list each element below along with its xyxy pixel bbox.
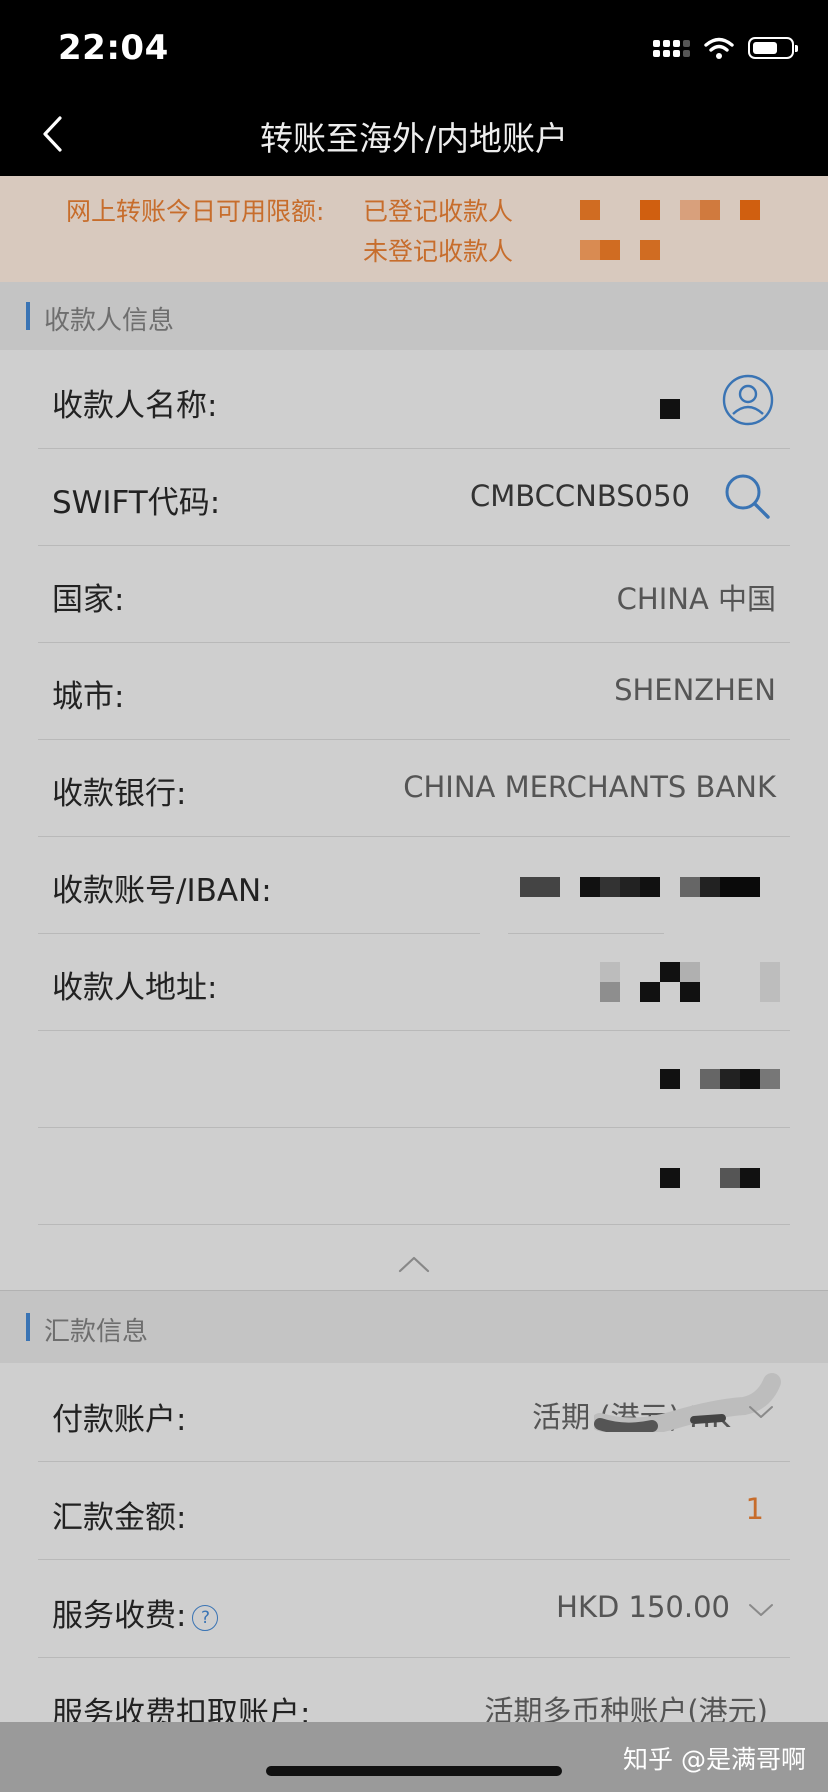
- remit-amount-row[interactable]: 汇款金额: 1: [38, 1462, 790, 1560]
- payee-section-header: 收款人信息: [0, 282, 828, 350]
- home-indicator[interactable]: [266, 1766, 562, 1776]
- account-number-label: 收款账号/IBAN:: [52, 873, 272, 909]
- bank-label: 收款银行:: [52, 776, 187, 812]
- swift-code-value: CMBCCNBS050: [470, 479, 690, 513]
- limit-label: 网上转账今日可用限额:: [66, 197, 325, 226]
- cellular-signal-icon: [653, 39, 690, 57]
- remittance-section-title: 汇款信息: [44, 1317, 149, 1347]
- page-title: 转账至海外/内地账户: [259, 119, 569, 158]
- city-value: SHENZHEN: [614, 673, 776, 707]
- status-bar: 22:04: [0, 0, 828, 90]
- bank-row: 收款银行: CHINA MERCHANTS BANK: [38, 740, 790, 837]
- payment-account-label: 付款账户:: [52, 1402, 187, 1438]
- contact-person-icon[interactable]: [720, 372, 776, 428]
- service-charge-label: 服务收费:: [52, 1598, 187, 1634]
- payee-address-line-3[interactable]: [38, 1128, 790, 1225]
- payee-section-title: 收款人信息: [44, 306, 175, 336]
- swift-code-label: SWIFT代码:: [52, 485, 221, 521]
- service-charge-row[interactable]: 服务收费:? HKD 150.00: [38, 1560, 790, 1658]
- remit-amount-label: 汇款金额:: [52, 1500, 187, 1536]
- search-icon[interactable]: [720, 469, 776, 525]
- navigation-bar: 转账至海外/内地账户: [0, 90, 828, 176]
- status-icons: [653, 36, 798, 60]
- swift-code-row[interactable]: SWIFT代码: CMBCCNBS050: [38, 449, 790, 546]
- payee-name-label: 收款人名称:: [52, 388, 218, 424]
- country-value: CHINA 中国: [616, 582, 776, 616]
- payee-address-line-2[interactable]: [38, 1031, 790, 1128]
- chevron-down-icon: [749, 1406, 773, 1418]
- service-charge-label-group: 服务收费:?: [52, 1590, 219, 1635]
- wifi-icon: [704, 37, 734, 59]
- collapse-toggle[interactable]: [0, 1240, 828, 1288]
- city-label: 城市:: [52, 679, 125, 715]
- transfer-limit-banner: 网上转账今日可用限额: 已登记收款人 未登记收款人: [0, 176, 828, 282]
- country-row: 国家: CHINA 中国: [38, 546, 790, 643]
- limit-registered-label: 已登记收款人: [363, 197, 514, 226]
- redacted-payee-name: [660, 399, 680, 419]
- bank-value: CHINA MERCHANTS BANK: [403, 770, 776, 804]
- payee-address-label: 收款人地址:: [52, 970, 218, 1006]
- payee-name-row[interactable]: 收款人名称:: [38, 352, 790, 449]
- remittance-info-list: 付款账户: 活期 (港元) HK 汇款金额: 1 服务收费:? HKD 150.…: [0, 1364, 828, 1756]
- remit-amount-value: 1: [745, 1492, 764, 1526]
- redacted-payment-account: [594, 1373, 781, 1432]
- limit-unregistered-label: 未登记收款人: [363, 237, 514, 266]
- help-icon[interactable]: ?: [192, 1604, 219, 1631]
- payee-address-row[interactable]: 收款人地址:: [38, 934, 790, 1031]
- city-row: 城市: SHENZHEN: [38, 643, 790, 740]
- remittance-section-header: 汇款信息: [0, 1290, 828, 1363]
- watermark: 知乎 @是满哥啊: [623, 1745, 806, 1774]
- payment-account-row[interactable]: 付款账户: 活期 (港元) HK: [38, 1364, 790, 1462]
- country-label: 国家:: [52, 582, 125, 618]
- account-number-row[interactable]: 收款账号/IBAN:: [38, 837, 790, 934]
- payee-info-list: 收款人名称: SWIFT代码: CMBCCNBS050 国家: CHINA 中国…: [0, 352, 828, 1225]
- chevron-up-icon: [398, 1256, 430, 1273]
- battery-icon: [748, 37, 798, 59]
- status-time: 22:04: [58, 28, 169, 68]
- home-bar: 知乎 @是满哥啊: [0, 1722, 828, 1792]
- service-charge-value: HKD 150.00: [556, 1590, 730, 1624]
- chevron-down-icon: [749, 1604, 773, 1616]
